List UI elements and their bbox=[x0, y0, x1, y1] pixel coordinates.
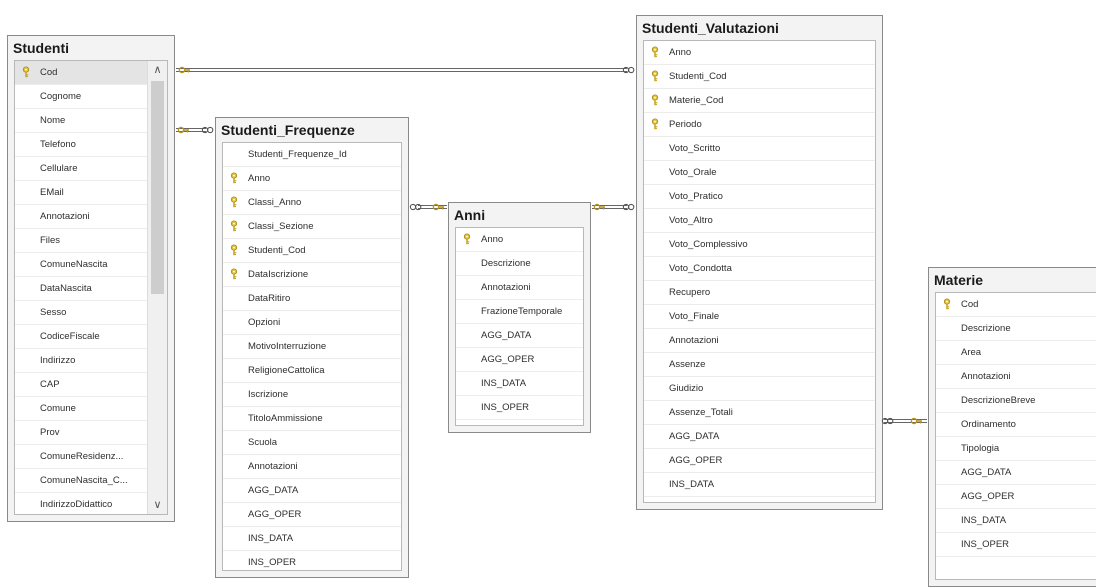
infinity-icon bbox=[622, 66, 635, 74]
infinity-icon bbox=[622, 203, 635, 211]
relationship-frequenze-anni[interactable] bbox=[409, 203, 447, 211]
relationship-studenti-frequenze[interactable] bbox=[176, 126, 214, 134]
relationship-anni-valutazioni[interactable] bbox=[592, 203, 635, 211]
infinity-icon bbox=[201, 126, 214, 134]
relationship-valutazioni-materie[interactable] bbox=[881, 417, 927, 425]
relationship-studenti-valutazioni[interactable] bbox=[176, 66, 635, 74]
relationship-lines bbox=[176, 66, 927, 425]
infinity-icon bbox=[409, 203, 422, 211]
